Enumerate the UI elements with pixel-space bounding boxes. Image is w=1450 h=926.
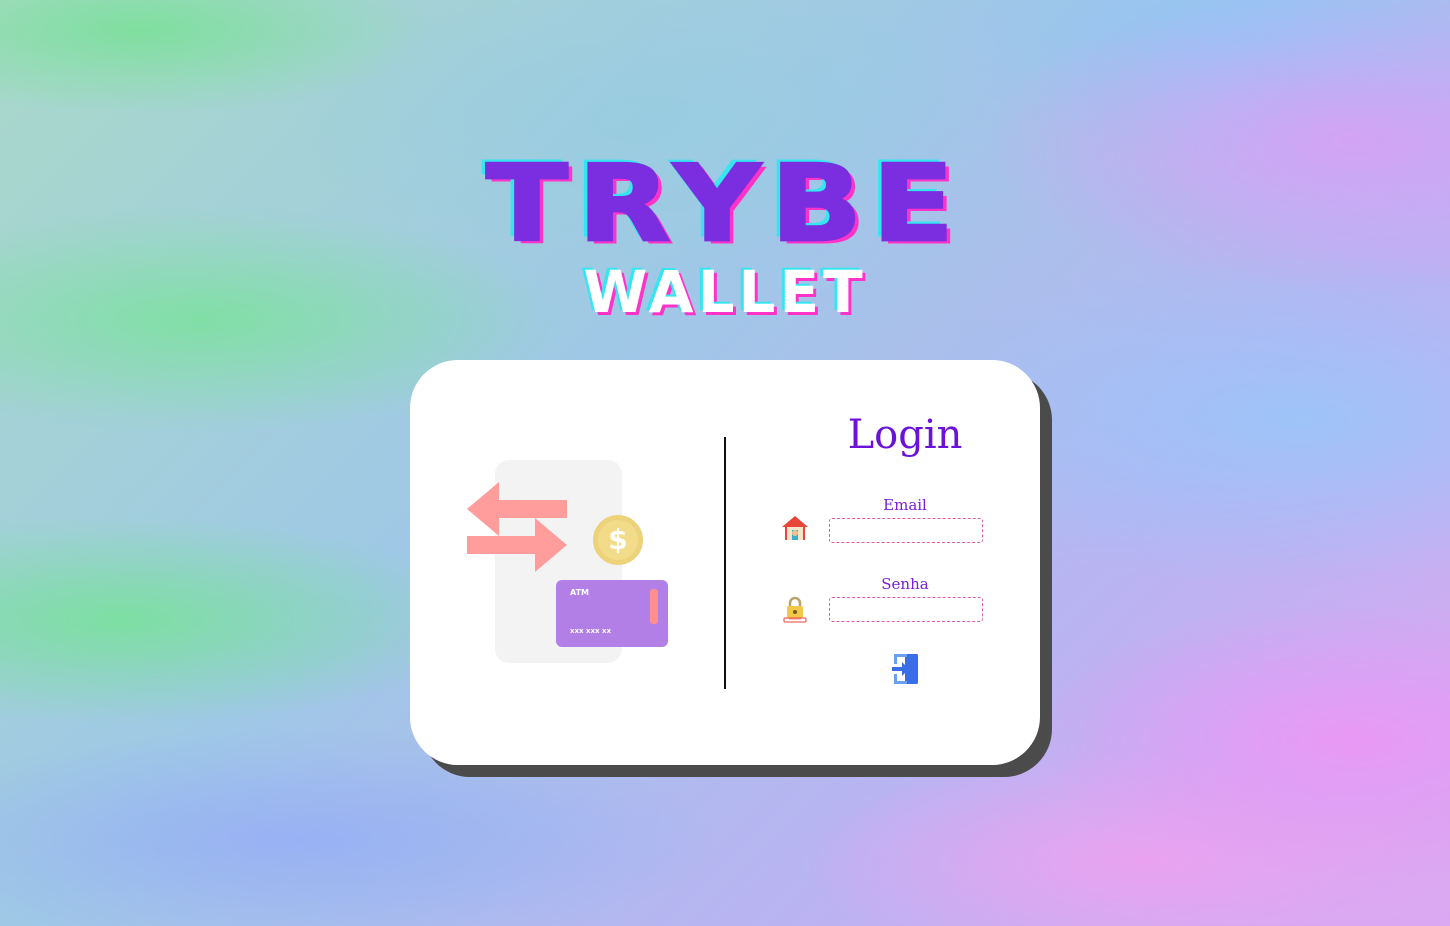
logo-subtitle: WALLET [583,258,867,326]
transfer-arrows-icon [467,482,567,572]
vertical-divider [724,437,726,689]
lock-icon: ****** [783,596,807,623]
password-field[interactable] [829,597,983,622]
login-card: $ ATM xxx xxx xx Login Email Senha *****… [410,360,1040,765]
house-icon [782,516,808,540]
atm-card-strip [650,589,658,624]
login-door-icon [892,654,918,684]
atm-card-label: ATM [570,588,589,597]
login-submit-button[interactable] [890,652,920,686]
email-field[interactable] [829,518,983,543]
dollar-coin-icon: $ [593,515,643,565]
svg-text:******: ****** [789,618,801,623]
wallet-illustration: $ ATM xxx xxx xx [465,460,675,665]
logo-title: TRYBE [484,143,965,266]
app-logo: TRYBE WALLET [0,150,1450,322]
atm-card-number: xxx xxx xx [570,627,611,635]
email-label: Email [883,496,927,514]
atm-card: ATM xxx xxx xx [556,580,668,647]
login-title: Login [847,412,963,458]
password-label: Senha [881,575,929,593]
